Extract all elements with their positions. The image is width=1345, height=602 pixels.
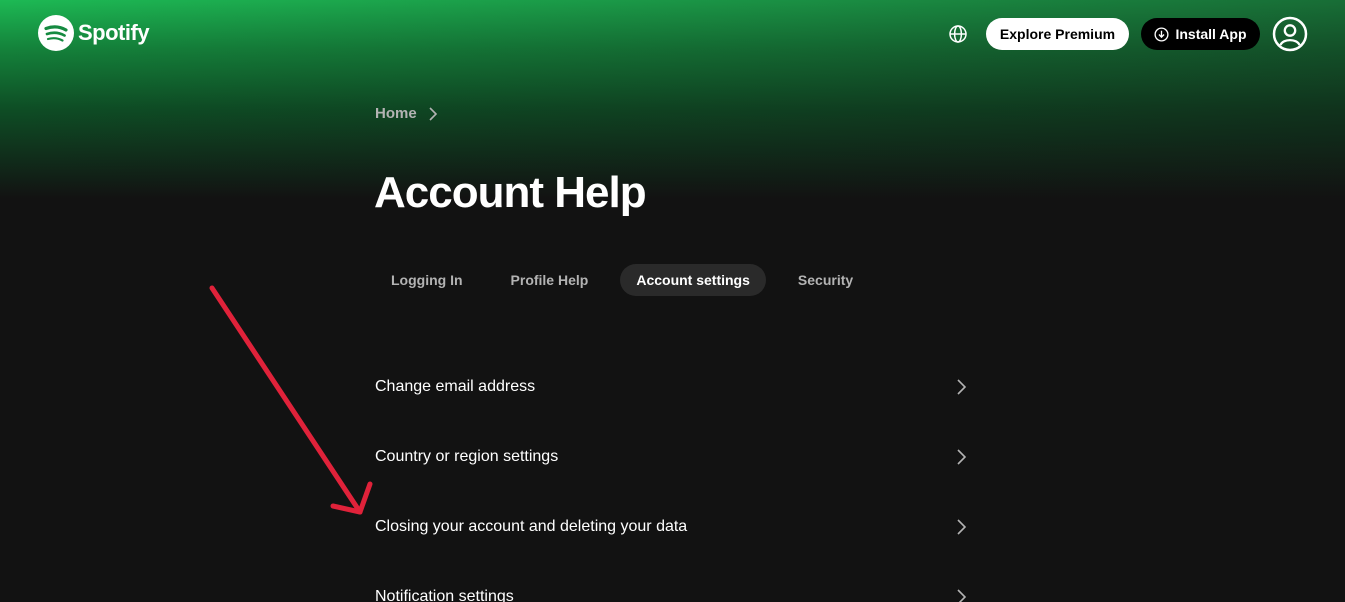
install-app-button[interactable]: Install App — [1141, 18, 1260, 50]
chevron-right-icon — [957, 519, 967, 535]
list-item-notification-settings[interactable]: Notification settings — [375, 562, 975, 602]
list-item-label: Change email address — [375, 378, 536, 395]
chevron-right-icon — [957, 589, 967, 602]
annotation-arrow-icon — [209, 285, 373, 515]
help-topic-list: Change email address Country or region s… — [375, 352, 975, 602]
globe-icon[interactable] — [947, 23, 969, 45]
page: Spotify Explore Premium Install App Home… — [0, 0, 1345, 602]
list-item-closing-account[interactable]: Closing your account and deleting your d… — [375, 492, 975, 562]
list-item-change-email[interactable]: Change email address — [375, 352, 975, 422]
chevron-right-icon — [957, 379, 967, 395]
breadcrumb-home-link[interactable]: Home — [375, 105, 417, 122]
explore-premium-button[interactable]: Explore Premium — [986, 18, 1129, 50]
chevron-right-icon — [957, 449, 967, 465]
list-item-country-region[interactable]: Country or region settings — [375, 422, 975, 492]
logo-wordmark: Spotify — [78, 20, 150, 45]
category-tabs: Logging In Profile Help Account settings… — [375, 264, 885, 296]
tab-account-settings[interactable]: Account settings — [620, 264, 766, 296]
list-item-label: Country or region settings — [375, 448, 559, 465]
page-title: Account Help — [374, 168, 647, 217]
user-icon[interactable] — [1272, 16, 1308, 52]
tab-security[interactable]: Security — [782, 264, 869, 296]
breadcrumb: Home — [375, 105, 439, 122]
download-icon — [1154, 26, 1170, 42]
list-item-label: Closing your account and deleting your d… — [375, 518, 688, 535]
spotify-logo[interactable]: Spotify — [38, 15, 150, 51]
install-app-label: Install App — [1175, 26, 1247, 42]
tab-profile-help[interactable]: Profile Help — [495, 264, 605, 296]
list-item-label: Notification settings — [375, 588, 514, 602]
chevron-right-icon — [429, 106, 437, 121]
spotify-logo-icon — [38, 15, 74, 51]
tab-logging-in[interactable]: Logging In — [375, 264, 479, 296]
